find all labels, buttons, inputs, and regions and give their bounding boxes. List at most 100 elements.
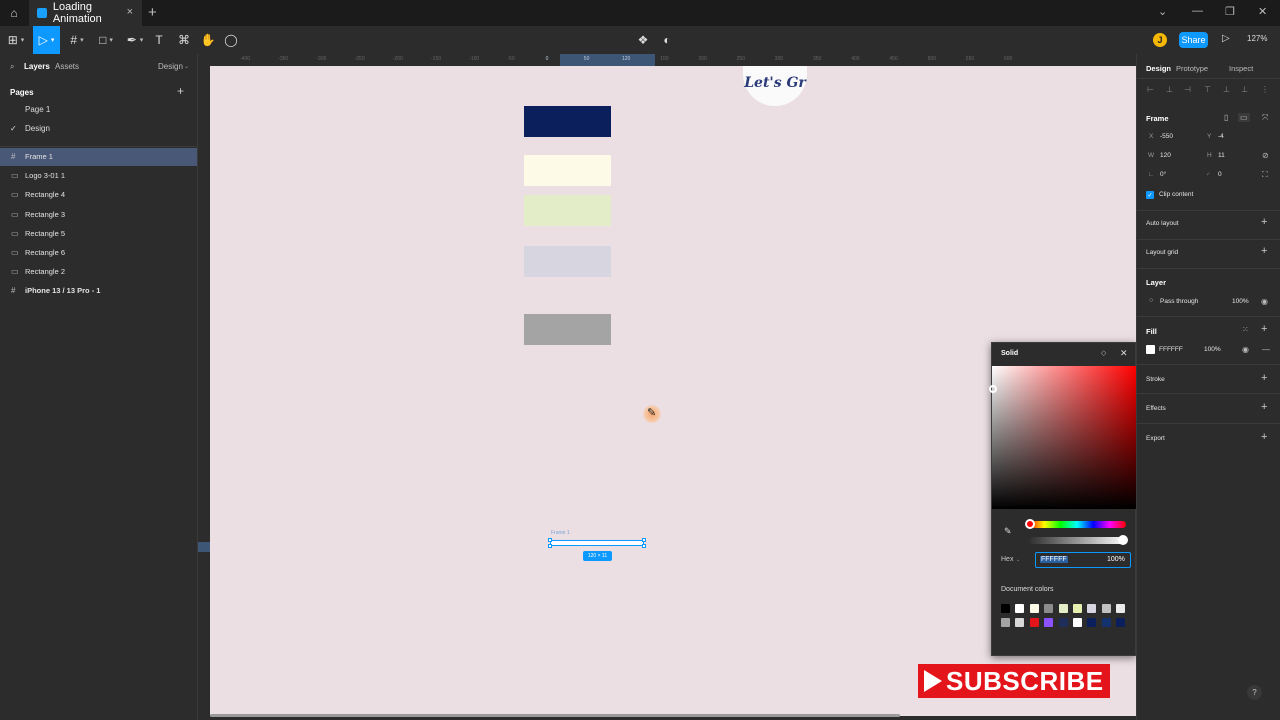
minimize-icon[interactable]: — bbox=[1192, 5, 1203, 17]
tab-assets[interactable]: Assets bbox=[55, 62, 79, 71]
layer-row[interactable]: ▭ Rectangle 2 bbox=[0, 263, 197, 281]
contrast-button[interactable]: ◐ bbox=[658, 26, 676, 54]
corner-radius-input[interactable]: 0 bbox=[1218, 171, 1222, 178]
hex-input-group[interactable]: FFFFFF 100% bbox=[1035, 552, 1131, 568]
hex-input[interactable]: FFFFFF bbox=[1040, 556, 1068, 563]
subscribe-banner[interactable]: SUBSCRIBE bbox=[918, 664, 1110, 698]
add-effect-icon[interactable]: + bbox=[1261, 401, 1267, 413]
fill-hex-input[interactable]: FFFFFF bbox=[1159, 346, 1183, 353]
horizontal-scrollbar[interactable] bbox=[210, 714, 900, 717]
opacity-input[interactable]: 100% bbox=[1107, 556, 1125, 563]
align-bottom-icon[interactable]: ⊥ bbox=[1241, 85, 1248, 94]
frame-section-title[interactable]: Frame bbox=[1146, 114, 1169, 123]
hue-slider[interactable] bbox=[1028, 521, 1126, 528]
eye-icon[interactable]: ◉ bbox=[1261, 297, 1268, 306]
align-center-icon[interactable]: ⊥ bbox=[1166, 85, 1173, 94]
present-icon[interactable]: ▷ bbox=[1222, 33, 1230, 44]
tab-inspect[interactable]: Inspect bbox=[1229, 64, 1253, 73]
align-top-icon[interactable]: ⊤ bbox=[1204, 85, 1211, 94]
layer-row[interactable]: ▭ Logo 3-01 1 bbox=[0, 167, 197, 185]
document-color-swatch[interactable] bbox=[1001, 618, 1010, 627]
document-color-swatch[interactable] bbox=[1101, 618, 1111, 627]
document-color-swatch[interactable] bbox=[1029, 604, 1039, 613]
add-auto-layout-icon[interactable]: + bbox=[1261, 216, 1267, 228]
constrain-proportions-icon[interactable]: ⊘ bbox=[1262, 151, 1269, 160]
hue-handle[interactable] bbox=[1025, 519, 1035, 529]
help-button[interactable]: ? bbox=[1247, 685, 1262, 700]
layer-row[interactable]: ▭ Rectangle 5 bbox=[0, 225, 197, 243]
layer-row[interactable]: # Frame 1 bbox=[0, 148, 197, 166]
picker-close-icon[interactable]: ✕ bbox=[1120, 348, 1128, 359]
window-close-icon[interactable]: ✕ bbox=[1258, 5, 1267, 18]
w-input[interactable]: 120 bbox=[1160, 152, 1171, 159]
document-color-swatch[interactable] bbox=[1015, 604, 1025, 613]
rectangle-layer[interactable] bbox=[524, 246, 611, 277]
fill-color-swatch[interactable] bbox=[1146, 345, 1155, 354]
align-right-icon[interactable]: ⊣ bbox=[1184, 85, 1191, 94]
tab-close-icon[interactable]: × bbox=[127, 6, 133, 18]
search-icon[interactable]: ⌕ bbox=[10, 62, 14, 72]
saturation-area[interactable] bbox=[989, 366, 1136, 509]
landscape-icon[interactable]: ▭ bbox=[1238, 113, 1250, 122]
home-icon[interactable]: ⌂ bbox=[0, 0, 28, 26]
document-color-swatch[interactable] bbox=[1087, 618, 1097, 627]
file-tab[interactable]: Loading Animation × bbox=[29, 0, 142, 26]
hand-tool[interactable]: ✋ bbox=[199, 26, 217, 54]
document-color-swatch[interactable] bbox=[1029, 618, 1039, 627]
user-avatar[interactable]: J bbox=[1153, 33, 1167, 47]
opacity-handle[interactable] bbox=[1118, 535, 1128, 545]
document-color-swatch[interactable] bbox=[1058, 618, 1068, 627]
eyedropper-icon[interactable]: ✎ bbox=[1004, 526, 1012, 537]
logo-image[interactable]: Let's Gr bbox=[743, 66, 807, 106]
fill-type-dropdown[interactable]: Solid bbox=[1001, 350, 1018, 357]
style-icon[interactable]: ◇ bbox=[1101, 349, 1106, 357]
zoom-level[interactable]: 127% bbox=[1247, 34, 1267, 43]
clip-content-checkbox[interactable]: ✓ bbox=[1146, 191, 1154, 199]
opacity-slider[interactable] bbox=[1028, 537, 1126, 544]
page-design-dropdown[interactable]: Design bbox=[158, 62, 183, 71]
saturation-handle[interactable] bbox=[989, 385, 997, 393]
add-stroke-icon[interactable]: + bbox=[1261, 372, 1267, 384]
distribute-icon[interactable]: ⋮ bbox=[1261, 85, 1269, 94]
layer-row[interactable]: ▭ Rectangle 3 bbox=[0, 206, 197, 224]
selected-frame[interactable] bbox=[548, 538, 646, 548]
frame-tool[interactable]: # ▾ bbox=[64, 26, 90, 54]
remove-fill-icon[interactable]: — bbox=[1262, 345, 1270, 354]
layer-row[interactable]: ▭ Rectangle 6 bbox=[0, 244, 197, 262]
resize-handle[interactable] bbox=[642, 544, 646, 548]
add-fill-icon[interactable]: + bbox=[1261, 323, 1267, 335]
layer-row[interactable]: # iPhone 13 / 13 Pro - 1 bbox=[0, 282, 197, 300]
move-tool[interactable]: ▷ ▾ bbox=[33, 26, 60, 54]
portrait-icon[interactable]: ▯ bbox=[1224, 113, 1228, 122]
document-color-swatch[interactable] bbox=[1116, 604, 1126, 613]
add-page-icon[interactable]: + bbox=[177, 84, 184, 98]
rotation-input[interactable]: 0° bbox=[1160, 171, 1166, 178]
blend-mode-dropdown[interactable]: Pass through bbox=[1160, 298, 1198, 305]
resize-to-fit-icon[interactable]: ⤧ bbox=[1262, 113, 1268, 123]
layer-opacity-input[interactable]: 100% bbox=[1232, 298, 1249, 305]
resize-handle[interactable] bbox=[642, 538, 646, 542]
comment-tool[interactable]: ◯ bbox=[222, 26, 240, 54]
add-export-icon[interactable]: + bbox=[1261, 431, 1267, 443]
new-tab-icon[interactable]: + bbox=[148, 4, 157, 21]
tab-design[interactable]: Design bbox=[1146, 64, 1171, 73]
fill-opacity-input[interactable]: 100% bbox=[1204, 346, 1221, 353]
main-menu-icon[interactable]: ⊞ ▾ bbox=[4, 26, 28, 54]
document-color-swatch[interactable] bbox=[1001, 604, 1010, 613]
document-color-swatch[interactable] bbox=[1101, 604, 1111, 613]
window-caret-icon[interactable]: ⌄ bbox=[1158, 5, 1167, 18]
y-input[interactable]: -4 bbox=[1218, 133, 1224, 140]
document-color-swatch[interactable] bbox=[1116, 618, 1126, 627]
document-color-swatch[interactable] bbox=[1044, 618, 1054, 627]
rectangle-layer[interactable] bbox=[524, 195, 611, 226]
share-button[interactable]: Share bbox=[1179, 32, 1208, 48]
document-color-swatch[interactable] bbox=[1073, 618, 1082, 627]
eye-icon[interactable]: ◉ bbox=[1242, 345, 1249, 354]
pen-tool[interactable]: ✒ ▾ bbox=[122, 26, 148, 54]
resources-tool[interactable]: ⌘ bbox=[175, 26, 193, 54]
independent-corners-icon[interactable]: ⛶ bbox=[1262, 170, 1268, 180]
style-grid-icon[interactable]: ⁙ bbox=[1242, 325, 1249, 334]
x-input[interactable]: -550 bbox=[1160, 133, 1173, 140]
add-layout-grid-icon[interactable]: + bbox=[1261, 245, 1267, 257]
h-input[interactable]: 11 bbox=[1218, 152, 1225, 159]
